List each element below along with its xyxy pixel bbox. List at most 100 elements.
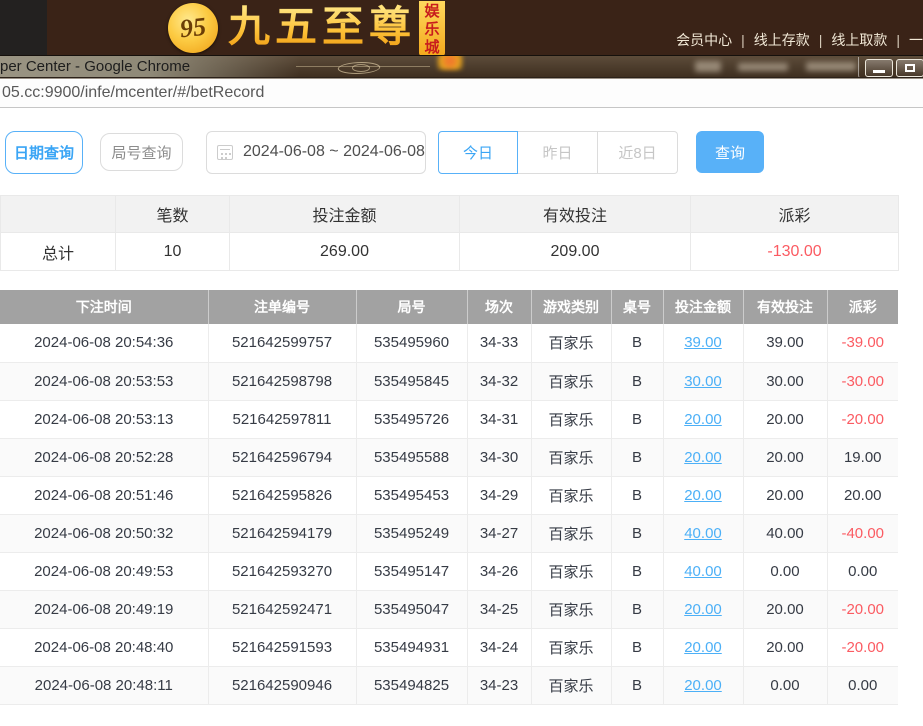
bet-amount-link[interactable]: 20.00 xyxy=(684,449,722,466)
cell-bet-amount: 30.00 xyxy=(663,362,743,400)
table-row: 2024-06-08 20:53:53 521642598798 5354958… xyxy=(0,362,898,400)
table-row: 2024-06-08 20:48:11 521642590946 5354948… xyxy=(0,666,898,704)
summary-valid-bet-value: 209.00 xyxy=(460,233,691,271)
cell-bet-amount: 39.00 xyxy=(663,324,743,362)
col-bet-amount: 投注金额 xyxy=(663,290,743,324)
cell-bet-amount: 20.00 xyxy=(663,628,743,666)
logo-95-icon: 95 xyxy=(168,3,218,53)
bet-record-page: 日期查询 局号查询 2024-06-08 ~ 2024-06-08 今日 昨日 … xyxy=(0,108,923,705)
bet-amount-link[interactable]: 39.00 xyxy=(684,334,722,351)
records-body: 2024-06-08 20:54:36 521642599757 5354959… xyxy=(0,324,898,704)
cell-bet-time: 2024-06-08 20:48:11 xyxy=(0,666,208,704)
nav-separator: | xyxy=(896,32,900,48)
cell-game-type: 百家乐 xyxy=(531,552,611,590)
records-header-row: 下注时间 注单编号 局号 场次 游戏类别 桌号 投注金额 有效投注 派彩 xyxy=(0,290,898,324)
col-payout: 派彩 xyxy=(827,290,898,324)
screen: 95 九五至尊 娱 乐 城 会员中心 | 线上存款 | 线上取款 | 一键 per Cent… xyxy=(0,0,923,726)
bet-amount-link[interactable]: 20.00 xyxy=(684,487,722,504)
blurred-text-blob xyxy=(738,63,788,71)
maximize-button[interactable] xyxy=(896,59,923,77)
yesterday-button[interactable]: 昨日 xyxy=(518,131,598,174)
table-row: 2024-06-08 20:54:36 521642599757 5354959… xyxy=(0,324,898,362)
nav-online-deposit[interactable]: 线上存款 xyxy=(754,32,810,48)
banner-char: 乐 xyxy=(419,21,445,39)
cell-round-no: 535495147 xyxy=(356,552,467,590)
summary-total-label: 总计 xyxy=(1,233,116,271)
nav-online-withdraw[interactable]: 线上取款 xyxy=(831,32,887,48)
cell-bet-amount: 20.00 xyxy=(663,438,743,476)
cell-round-no: 535495726 xyxy=(356,400,467,438)
minimize-button[interactable] xyxy=(865,59,893,77)
nav-member-center[interactable]: 会员中心 xyxy=(676,32,732,48)
cell-session: 34-26 xyxy=(467,552,531,590)
logo-badge-text: 95 xyxy=(179,12,208,45)
cell-order-no: 521642592471 xyxy=(208,590,356,628)
cell-table-no: B xyxy=(611,362,663,400)
cell-round-no: 535494931 xyxy=(356,628,467,666)
logo-vertical-banner: 娱 乐 城 xyxy=(419,1,445,55)
col-order-no: 注单编号 xyxy=(208,290,356,324)
cell-round-no: 535494825 xyxy=(356,666,467,704)
last-8-days-button[interactable]: 近8日 xyxy=(598,131,678,174)
address-bar[interactable]: 05.cc:9900/infe/mcenter/#/betRecord xyxy=(0,78,923,108)
summary-header-row: 笔数 投注金额 有效投注 派彩 xyxy=(1,196,899,233)
cell-valid-bet: 39.00 xyxy=(743,324,827,362)
cell-order-no: 521642597811 xyxy=(208,400,356,438)
bet-amount-link[interactable]: 20.00 xyxy=(684,677,722,694)
cell-session: 34-29 xyxy=(467,476,531,514)
cell-bet-time: 2024-06-08 20:49:19 xyxy=(0,590,208,628)
cell-round-no: 535495453 xyxy=(356,476,467,514)
cell-order-no: 521642596794 xyxy=(208,438,356,476)
search-button[interactable]: 查询 xyxy=(696,131,764,173)
nav-separator: | xyxy=(741,32,745,48)
cell-valid-bet: 20.00 xyxy=(743,590,827,628)
cell-order-no: 521642598798 xyxy=(208,362,356,400)
table-row: 2024-06-08 20:50:32 521642594179 5354952… xyxy=(0,514,898,552)
bet-amount-link[interactable]: 20.00 xyxy=(684,411,722,428)
cell-round-no: 535495845 xyxy=(356,362,467,400)
cell-payout: 20.00 xyxy=(827,476,898,514)
bet-records-table: 下注时间 注单编号 局号 场次 游戏类别 桌号 投注金额 有效投注 派彩 202… xyxy=(0,290,898,705)
summary-bet-amount-value: 269.00 xyxy=(230,233,460,271)
nav-one-key[interactable]: 一键 xyxy=(909,32,923,48)
bet-amount-link[interactable]: 30.00 xyxy=(684,373,722,390)
cell-order-no: 521642599757 xyxy=(208,324,356,362)
cell-payout: 0.00 xyxy=(827,552,898,590)
cell-bet-time: 2024-06-08 20:51:46 xyxy=(0,476,208,514)
bet-amount-link[interactable]: 40.00 xyxy=(684,525,722,542)
cell-table-no: B xyxy=(611,514,663,552)
cell-game-type: 百家乐 xyxy=(531,514,611,552)
cell-payout: -40.00 xyxy=(827,514,898,552)
today-button[interactable]: 今日 xyxy=(438,131,518,174)
bet-amount-link[interactable]: 40.00 xyxy=(684,563,722,580)
cell-table-no: B xyxy=(611,552,663,590)
cell-valid-bet: 20.00 xyxy=(743,628,827,666)
cell-bet-time: 2024-06-08 20:50:32 xyxy=(0,514,208,552)
logo-title: 九五至尊 xyxy=(228,1,416,55)
cell-session: 34-23 xyxy=(467,666,531,704)
url-text: 05.cc:9900/infe/mcenter/#/betRecord xyxy=(2,84,264,102)
bet-amount-link[interactable]: 20.00 xyxy=(684,639,722,656)
cell-bet-amount: 20.00 xyxy=(663,476,743,514)
summary-header-blank xyxy=(1,196,116,233)
calendar-icon xyxy=(217,145,233,160)
date-range-input[interactable]: 2024-06-08 ~ 2024-06-08 xyxy=(206,131,426,174)
cell-bet-amount: 20.00 xyxy=(663,400,743,438)
summary-header-count: 笔数 xyxy=(116,196,230,233)
bet-amount-link[interactable]: 20.00 xyxy=(684,601,722,618)
window-title: per Center - Google Chrome xyxy=(0,56,190,77)
date-query-tab[interactable]: 日期查询 xyxy=(5,131,83,174)
cell-valid-bet: 40.00 xyxy=(743,514,827,552)
cell-bet-amount: 40.00 xyxy=(663,552,743,590)
nav-separator: | xyxy=(819,32,823,48)
round-query-tab[interactable]: 局号查询 xyxy=(100,133,183,171)
cell-session: 34-27 xyxy=(467,514,531,552)
table-row: 2024-06-08 20:49:53 521642593270 5354951… xyxy=(0,552,898,590)
table-row: 2024-06-08 20:48:40 521642591593 5354949… xyxy=(0,628,898,666)
cell-game-type: 百家乐 xyxy=(531,590,611,628)
cell-bet-time: 2024-06-08 20:53:53 xyxy=(0,362,208,400)
cell-bet-time: 2024-06-08 20:52:28 xyxy=(0,438,208,476)
cell-order-no: 521642593270 xyxy=(208,552,356,590)
cell-order-no: 521642590946 xyxy=(208,666,356,704)
cell-round-no: 535495588 xyxy=(356,438,467,476)
